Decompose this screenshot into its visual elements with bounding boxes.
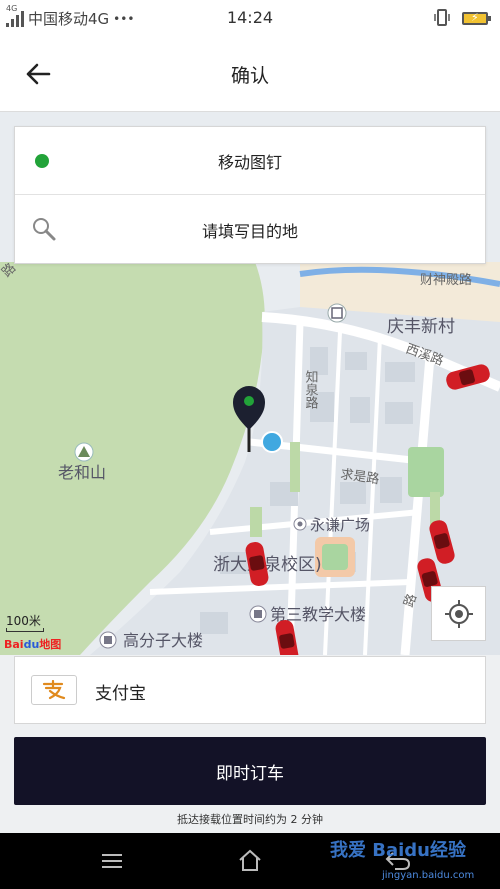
map-label-caishen: 财神殿路 [420, 272, 472, 288]
app-header: 确认 [0, 36, 500, 112]
map-scale-bar [6, 628, 44, 632]
vibrate-icon [434, 9, 450, 26]
current-location-dot [261, 431, 283, 453]
pickup-row[interactable]: 移动图钉 [15, 127, 485, 195]
locate-me-button[interactable] [431, 586, 486, 641]
home-icon[interactable] [237, 848, 263, 872]
status-time: 14:24 [226, 8, 274, 27]
poi-building-icon-1 [249, 605, 267, 623]
location-card: 移动图钉 请填写目的地 [14, 126, 486, 264]
payment-method-label: 支付宝 [95, 684, 146, 704]
baidu-map-logo: Baidu地图 [4, 638, 62, 651]
map-scale-label: 100米 [6, 614, 41, 628]
map-label-laoheshan: 老和山 [58, 463, 106, 482]
eta-text: 抵达接载位置时间约为 2 分钟 [177, 813, 323, 826]
watermark-text: 我爱 Baidu经验 [330, 840, 467, 861]
map-label-yongqian: 永谦广场 [310, 516, 370, 534]
pickup-dot-icon [35, 154, 49, 168]
crosshair-icon [444, 599, 473, 628]
book-now-button[interactable]: 即时订车 [14, 737, 486, 805]
battery-icon: ⚡ [462, 11, 491, 25]
status-right: ⚡ [434, 9, 491, 27]
arrow-left-icon [26, 63, 51, 85]
menu-icon[interactable] [100, 852, 124, 870]
map-label-qingfeng: 庆丰新村 [387, 317, 455, 337]
map-label-zhiquan: 知泉路 [303, 369, 319, 409]
poi-dot-icon [293, 517, 307, 531]
destination-placeholder: 请填写目的地 [201, 222, 298, 241]
watermark-url: jingyan.baidu.com [382, 870, 475, 881]
search-icon [33, 218, 56, 241]
pickup-label: 移动图钉 [217, 152, 282, 172]
destination-row[interactable]: 请填写目的地 [15, 196, 485, 264]
payment-method-row[interactable]: 支付宝 [14, 656, 486, 724]
status-bar: 4G 中国移动4G ••• 14:24 ⚡ [0, 0, 500, 36]
map-label-gaofenzi: 高分子大楼 [123, 631, 203, 650]
back-button[interactable] [22, 58, 54, 90]
poi-entrance-icon [327, 303, 347, 323]
alipay-icon [31, 675, 77, 705]
poi-mountain-icon [74, 442, 94, 462]
poi-building-icon-2 [99, 631, 117, 649]
page-title: 确认 [230, 65, 269, 87]
